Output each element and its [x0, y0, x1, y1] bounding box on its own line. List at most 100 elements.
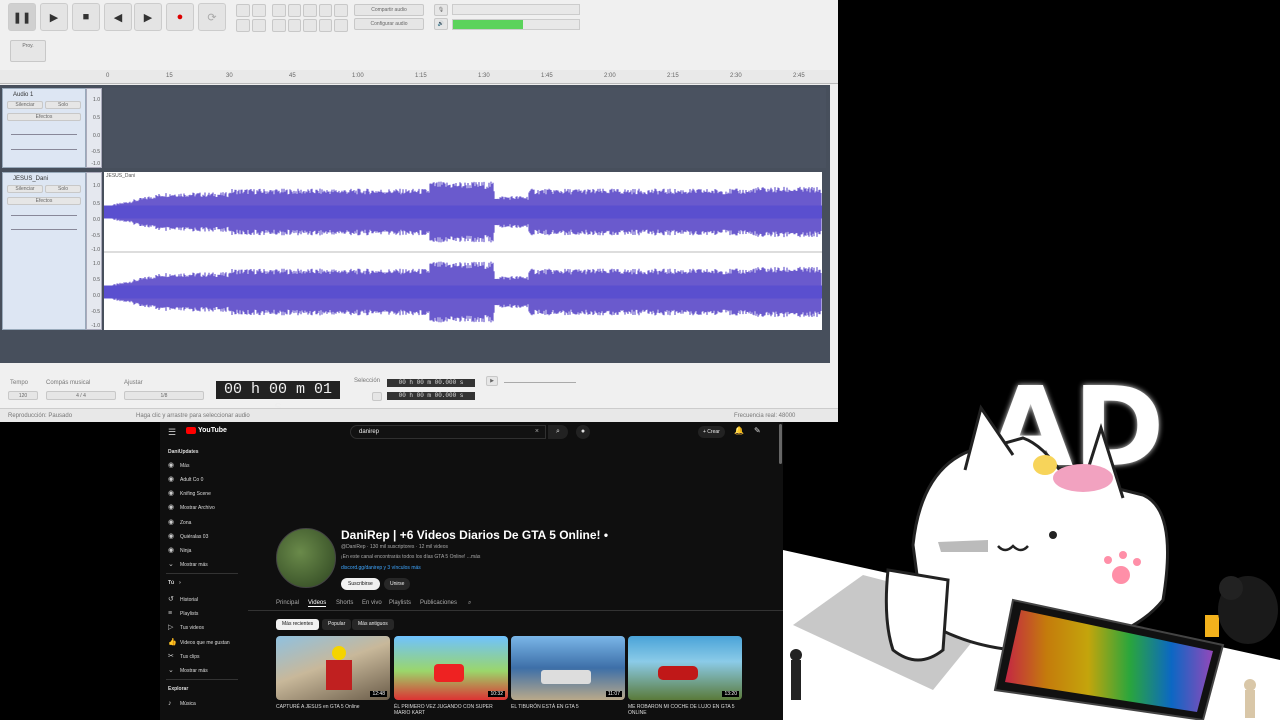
- speaker-icon[interactable]: 🔊: [434, 18, 448, 30]
- video-title[interactable]: EL TIBURÓN ESTÁ EN GTA 5: [511, 704, 623, 710]
- notifications-icon[interactable]: 🔔: [734, 426, 744, 435]
- redo-icon[interactable]: [287, 19, 302, 32]
- gain-slider[interactable]: [11, 134, 77, 135]
- sidebar-item[interactable]: ◉ Mostrar Archivo: [168, 504, 215, 511]
- effects-button[interactable]: Efectos: [7, 197, 81, 205]
- clip-name[interactable]: JESUS_Dani: [106, 173, 135, 179]
- mic-icon[interactable]: 🎙: [434, 4, 448, 16]
- sidebar-item[interactable]: ◉ Quiéralas 03: [168, 533, 208, 540]
- selection-tool[interactable]: [236, 4, 250, 17]
- skip-start-button[interactable]: ◀: [104, 3, 132, 31]
- sidebar-item[interactable]: ⌄ Mostrar más: [168, 561, 208, 568]
- cut-icon[interactable]: [272, 4, 286, 17]
- record-button[interactable]: ●: [166, 3, 194, 31]
- tab-home[interactable]: Principal: [276, 600, 299, 606]
- chip-oldest[interactable]: Más antiguos: [352, 619, 394, 630]
- subscribe-button[interactable]: Suscribirse: [341, 578, 380, 590]
- skip-end-button[interactable]: ▶: [134, 3, 162, 31]
- stop-button[interactable]: ■: [72, 3, 100, 31]
- sidebar-item[interactable]: 👍 Videos que me gustan: [168, 639, 230, 646]
- sidebar-item[interactable]: ♪ Música: [168, 700, 196, 707]
- silence-icon[interactable]: [334, 4, 348, 17]
- sidebar-item[interactable]: ◉ Ninja: [168, 547, 191, 554]
- sidebar-item[interactable]: ◉ Knifing Scene: [168, 490, 211, 497]
- time-signature-field[interactable]: 4 / 4: [46, 391, 116, 400]
- sidebar-heading[interactable]: DaniUpdates: [168, 449, 199, 455]
- menu-icon[interactable]: ☰: [168, 427, 176, 438]
- sidebar-item[interactable]: ◉ Adult Co 0: [168, 476, 203, 483]
- loop-button[interactable]: ⟳: [198, 3, 226, 31]
- search-input[interactable]: danirep ×: [350, 425, 546, 439]
- scrollbar[interactable]: [779, 424, 782, 464]
- video-title[interactable]: CAPTURÉ A JESUS en GTA 5 Online: [276, 704, 388, 710]
- mute-button[interactable]: Silenciar: [7, 185, 43, 193]
- playback-meter[interactable]: [452, 19, 580, 30]
- play-button[interactable]: ▶: [40, 3, 68, 31]
- time-display[interactable]: 00 h 00 m 01 s: [216, 381, 340, 416]
- channel-description[interactable]: ¡En este canal encontrarás todos los día…: [341, 554, 480, 560]
- gain-slider[interactable]: [11, 215, 77, 216]
- channel-link[interactable]: discord.gg/danirep y 3 vínculos más: [341, 565, 421, 571]
- undo-icon[interactable]: [272, 19, 286, 32]
- sidebar-item[interactable]: ⌄ Mostrar más: [168, 667, 208, 674]
- chip-popular[interactable]: Popular: [322, 619, 352, 630]
- video-thumbnail[interactable]: 10:32: [394, 636, 508, 700]
- track-name[interactable]: Audio 1: [3, 89, 85, 98]
- video-title[interactable]: ME ROBARON MI COCHE DE LUJO EN GTA 5 ONL…: [628, 704, 740, 716]
- tab-shorts[interactable]: Shorts: [336, 600, 353, 606]
- sidebar-item[interactable]: ↺ Historial: [168, 596, 198, 603]
- sidebar-item[interactable]: ✂ Tus clips: [168, 653, 200, 660]
- selection-start[interactable]: 00 h 00 m 00.000 s: [387, 379, 475, 387]
- project-rate-box[interactable]: Proy.: [10, 40, 46, 62]
- solo-button[interactable]: Solo: [45, 185, 81, 193]
- play-at-speed-button[interactable]: ▶: [486, 376, 498, 386]
- tab-live[interactable]: En vivo: [362, 600, 382, 606]
- join-button[interactable]: Unirse: [384, 578, 411, 590]
- account-icon[interactable]: ✎: [754, 426, 761, 435]
- empty-track-lane[interactable]: [104, 88, 826, 168]
- tab-videos[interactable]: Videos: [308, 600, 327, 607]
- search-icon[interactable]: ⌕: [548, 425, 568, 439]
- video-thumbnail[interactable]: 13:20: [628, 636, 742, 700]
- effects-button[interactable]: Efectos: [7, 113, 81, 121]
- selection-end[interactable]: 00 h 00 m 00.000 s: [387, 392, 475, 400]
- zoom-in-icon[interactable]: [303, 19, 317, 32]
- waveform-clip[interactable]: JESUS_Dani: [104, 172, 822, 330]
- sidebar-item[interactable]: ◉ Zona: [168, 519, 191, 526]
- paste-icon[interactable]: [303, 4, 317, 17]
- multi-tool[interactable]: [252, 19, 266, 32]
- timeline-ruler[interactable]: 0 15 30 45 1:00 1:15 1:30 1:45 2:00 2:15 2:30 2:45: [0, 70, 838, 84]
- draw-tool[interactable]: [236, 19, 250, 32]
- track-name[interactable]: JESUS_Dani: [3, 173, 85, 182]
- tempo-field[interactable]: 120: [8, 391, 38, 400]
- audio-setup-button[interactable]: Configurar audio: [354, 18, 424, 30]
- video-title[interactable]: ÉL PRIMERO VEZ JUGANDO CON SUPER MARIO K…: [394, 704, 506, 716]
- tab-playlists[interactable]: Playlists: [389, 600, 411, 606]
- sidebar-section-you[interactable]: Tú ›: [168, 580, 181, 586]
- chip-latest[interactable]: Más recientes: [276, 619, 320, 630]
- pan-slider[interactable]: [11, 149, 77, 150]
- sidebar-item[interactable]: ◉ Más: [168, 462, 189, 469]
- channel-avatar[interactable]: [276, 528, 336, 588]
- create-button[interactable]: + Crear: [698, 426, 725, 438]
- selection-mode-icon[interactable]: [372, 392, 382, 401]
- pan-slider[interactable]: [11, 229, 77, 230]
- zoom-out-icon[interactable]: [318, 19, 333, 32]
- sidebar-item[interactable]: ▷ Tus videos: [168, 624, 204, 631]
- copy-icon[interactable]: [287, 4, 302, 17]
- snap-label[interactable]: Ajustar: [124, 380, 143, 386]
- track-control-panel[interactable]: Audio 1 Silenciar Solo Efectos: [2, 88, 86, 168]
- record-meter[interactable]: [452, 4, 580, 15]
- mute-button[interactable]: Silenciar: [7, 101, 43, 109]
- fit-icon[interactable]: [334, 19, 348, 32]
- mic-icon[interactable]: ●: [576, 425, 590, 439]
- track-control-panel[interactable]: JESUS_Dani Silenciar Solo Efectos: [2, 172, 86, 330]
- envelope-tool[interactable]: [252, 4, 266, 17]
- sidebar-item[interactable]: ≡ Playlists: [168, 610, 198, 617]
- play-speed-slider[interactable]: [504, 382, 576, 383]
- snap-select[interactable]: 1/8: [124, 391, 204, 400]
- youtube-logo[interactable]: YouTube: [186, 427, 227, 434]
- channel-search-icon[interactable]: ⌕: [468, 600, 471, 607]
- share-audio-button[interactable]: Compartir audio: [354, 4, 424, 16]
- tab-posts[interactable]: Publicaciones: [420, 600, 457, 606]
